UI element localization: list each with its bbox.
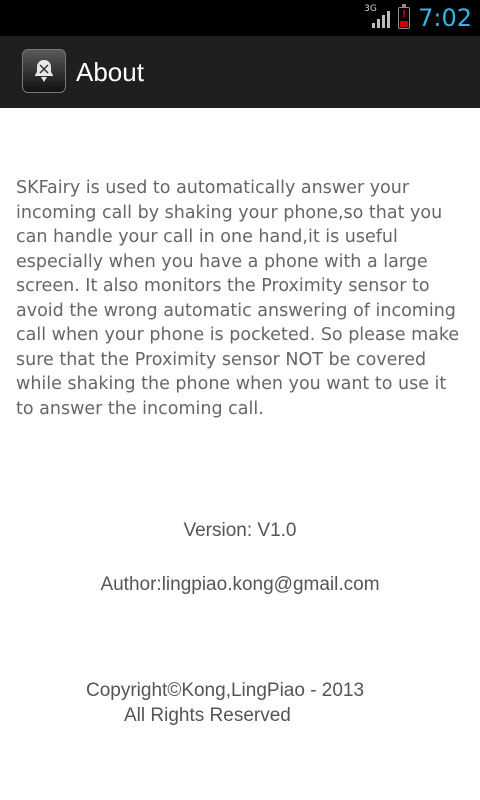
action-bar-title: About — [76, 57, 144, 87]
signal-icon: 3G — [364, 4, 391, 30]
status-clock: 7:02 — [418, 4, 472, 32]
action-bar: About — [0, 36, 480, 108]
battery-low-icon: ! — [398, 4, 411, 29]
app-description: SKFairy is used to automatically answer … — [16, 178, 460, 419]
version-text: Version: V1.0 — [183, 520, 297, 541]
status-icons: 3G ! 7:02 — [364, 0, 472, 36]
copyright-text: Copyright©Kong,LingPiao - 2013 — [86, 680, 365, 701]
copyright-block: Copyright©Kong,LingPiao - 2013 All Right… — [86, 678, 406, 728]
author-text: Author:lingpiao.kong@gmail.com — [100, 574, 380, 595]
status-bar: 3G ! 7:02 — [0, 0, 480, 36]
app-logo-icon[interactable] — [22, 49, 66, 93]
about-content: SKFairy is used to automatically answer … — [0, 108, 480, 800]
rights-text: All Rights Reserved — [124, 705, 291, 726]
